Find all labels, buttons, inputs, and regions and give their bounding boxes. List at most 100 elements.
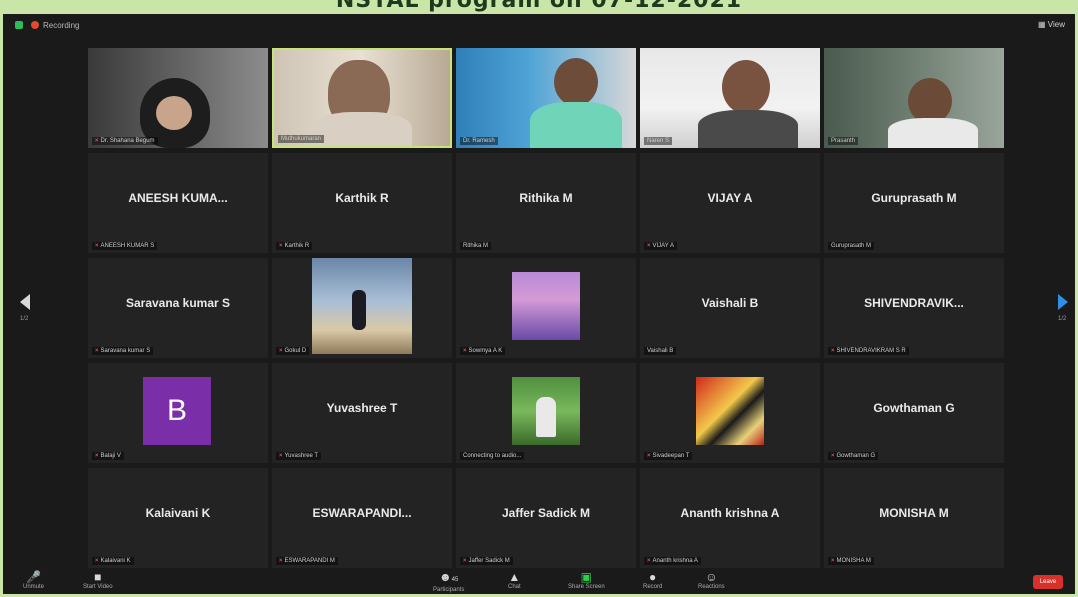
reactions-icon: ☺ <box>705 570 718 584</box>
participant-name-label: Rithika M <box>460 242 492 250</box>
participant-tile[interactable]: Yuvashree T × Yuvashree T <box>272 363 452 463</box>
photo-figure <box>352 290 366 330</box>
participant-tile[interactable]: Gowthaman G × Gowthaman G <box>824 363 1004 463</box>
participant-display-name: Rithika M <box>519 191 573 205</box>
prev-page-icon[interactable] <box>20 294 30 310</box>
caption-text: NSTAL program on 07-12-2021 <box>335 0 743 13</box>
participant-label-text: Gokul D <box>284 348 307 354</box>
participant-tile-with-photo[interactable]: Connecting to audio... <box>456 363 636 463</box>
participant-name-label: Vaishali B <box>644 347 677 355</box>
participant-tile[interactable]: VIJAY A × VIJAY A <box>640 153 820 253</box>
video-tile[interactable]: × Dr. Shahana Begum <box>88 48 268 148</box>
participant-label-text: Balaji V <box>100 453 121 459</box>
participant-tile[interactable]: ANEESH KUMA... × ANEESH KUMAR S <box>88 153 268 253</box>
video-tile[interactable]: Naren S <box>640 48 820 148</box>
participant-tile[interactable]: MONISHA M × MONISHA M <box>824 468 1004 568</box>
participant-name-label: × Gokul D <box>276 347 310 355</box>
participant-display-name: MONISHA M <box>879 506 949 520</box>
participants-label: Participants <box>433 587 465 593</box>
mic-muted-icon: × <box>279 348 283 354</box>
chat-button[interactable]: ▲ Chat <box>508 570 521 590</box>
prev-page-count: 1/2 <box>20 316 29 322</box>
participant-display-name: VIJAY A <box>707 191 753 205</box>
caption-banner: NSTAL program on 07-12-2021 <box>0 0 1078 14</box>
participant-tile-with-photo[interactable]: × Sowmya A K <box>456 258 636 358</box>
participant-tile[interactable]: B × Balaji V <box>88 363 268 463</box>
participant-display-name: Saravana kumar S <box>125 296 231 310</box>
participant-name-label: Muthukumaran <box>278 135 325 143</box>
participant-tile[interactable]: Guruprasath M Guruprasath M <box>824 153 1004 253</box>
video-tile-active-speaker[interactable]: Muthukumaran <box>272 48 452 148</box>
reactions-button[interactable]: ☺ Reactions <box>698 570 725 590</box>
participant-name-label: × Ananth krishna A <box>644 557 701 565</box>
mic-muted-icon: × <box>95 243 99 249</box>
participant-tile-with-photo[interactable]: × Gokul D <box>272 258 452 358</box>
participant-display-name: Vaishali B <box>701 296 759 310</box>
participant-shirt <box>698 110 798 148</box>
gallery-grid: × Dr. Shahana Begum Muthukumaran Dr. Rame… <box>88 48 1006 568</box>
mic-muted-icon: × <box>647 453 651 459</box>
participant-label-text: Saravana kumar S <box>100 348 151 354</box>
participant-name-label: × Jaffer Sadick M <box>460 557 513 565</box>
participant-name-label: Dr. Ramesh <box>460 137 498 145</box>
view-button[interactable]: ▦ View <box>1038 20 1065 29</box>
participant-label-text: SHIVENDRAVIKRAM S R <box>836 348 906 354</box>
mic-muted-icon: × <box>279 453 283 459</box>
share-screen-button[interactable]: ▣ Share Screen <box>568 570 605 590</box>
participant-label-text: Sowmya A K <box>468 348 503 354</box>
participant-name-label: Guruprasath M <box>828 242 875 250</box>
participant-tile[interactable]: ESWARAPANDI... × ESWARAPANDI M <box>272 468 452 568</box>
participant-tile[interactable]: Karthik R × Karthik R <box>272 153 452 253</box>
participant-name-label: × Yuvashree T <box>276 452 322 460</box>
participant-name-label: × MONISHA M <box>828 557 874 565</box>
participant-label-text: Sivadeepan T <box>652 453 690 459</box>
video-camera-icon: ■ <box>94 570 102 584</box>
participants-button[interactable]: ☻45 Participants <box>433 570 464 593</box>
participant-name-label: × Saravana kumar S <box>92 347 154 355</box>
participant-name-label: Connecting to audio... <box>460 452 525 460</box>
mic-muted-icon: × <box>95 138 99 144</box>
mic-muted-icon: × <box>279 243 283 249</box>
record-label: Record <box>643 584 663 590</box>
unmute-button[interactable]: 🎤 Unmute <box>23 570 44 590</box>
participant-display-name: Jaffer Sadick M <box>501 506 591 520</box>
participant-name-label: × Dr. Shahana Begum <box>92 137 158 145</box>
participant-shirt <box>530 102 622 148</box>
participant-display-name: Guruprasath M <box>871 191 957 205</box>
participant-label-text: MONISHA M <box>836 558 871 564</box>
share-screen-label: Share Screen <box>568 584 605 590</box>
participant-name-label: × Sivadeepan T <box>644 452 693 460</box>
next-page-icon[interactable] <box>1058 294 1068 310</box>
mic-muted-icon: × <box>95 453 99 459</box>
participant-display-name: Gowthaman G <box>873 401 955 415</box>
participant-name-label: × ANEESH KUMAR S <box>92 242 158 250</box>
participant-face <box>554 58 598 106</box>
security-shield-icon[interactable] <box>15 21 23 29</box>
mic-muted-icon: × <box>647 558 651 564</box>
participant-name-label: Naren S <box>644 137 673 145</box>
participant-tile[interactable]: Vaishali B Vaishali B <box>640 258 820 358</box>
mic-muted-icon: × <box>647 243 651 249</box>
participant-label-text: Dr. Shahana Begum <box>100 138 155 144</box>
participant-display-name: Karthik R <box>335 191 389 205</box>
participant-tile[interactable]: Rithika M Rithika M <box>456 153 636 253</box>
participant-label-text: Kalaivani K <box>100 558 131 564</box>
record-button[interactable]: ● Record <box>643 570 662 590</box>
participant-tile[interactable]: Saravana kumar S × Saravana kumar S <box>88 258 268 358</box>
participant-tile[interactable]: Jaffer Sadick M × Jaffer Sadick M <box>456 468 636 568</box>
participant-name-label: × Sowmya A K <box>460 347 506 355</box>
participant-tile[interactable]: SHIVENDRAVIK... × SHIVENDRAVIKRAM S R <box>824 258 1004 358</box>
video-tile[interactable]: Dr. Ramesh <box>456 48 636 148</box>
leave-meeting-button[interactable]: Leave <box>1033 575 1063 589</box>
participant-tile[interactable]: Kalaivani K × Kalaivani K <box>88 468 268 568</box>
photo-figure <box>536 397 556 437</box>
video-tile[interactable]: Prasanth <box>824 48 1004 148</box>
participant-name-label: × SHIVENDRAVIKRAM S R <box>828 347 909 355</box>
participant-label-text: ANEESH KUMAR S <box>100 243 155 249</box>
participant-tile[interactable]: Ananth krishna A × Ananth krishna A <box>640 468 820 568</box>
mic-muted-icon: × <box>95 348 99 354</box>
participant-name-label: × Gowthaman G <box>828 452 879 460</box>
participants-icon: ☻45 <box>439 570 459 584</box>
participant-tile-with-photo[interactable]: × Sivadeepan T <box>640 363 820 463</box>
start-video-button[interactable]: ■ Start Video <box>83 570 113 590</box>
